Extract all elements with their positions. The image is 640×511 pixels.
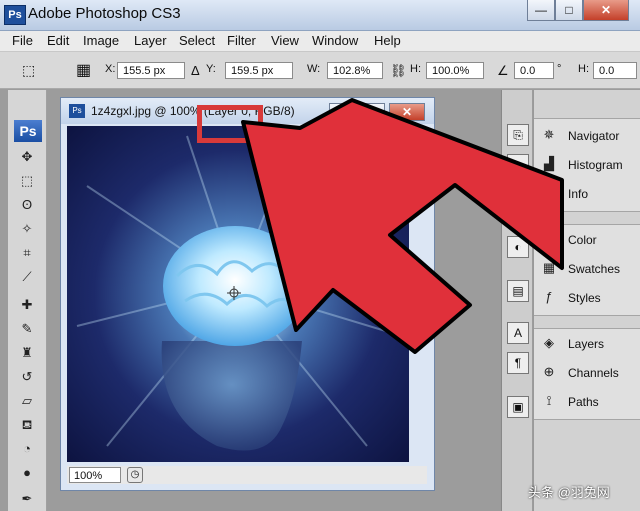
watermark-text: 头条 @羽兔网 (528, 485, 610, 500)
red-arrow-icon (241, 98, 564, 354)
